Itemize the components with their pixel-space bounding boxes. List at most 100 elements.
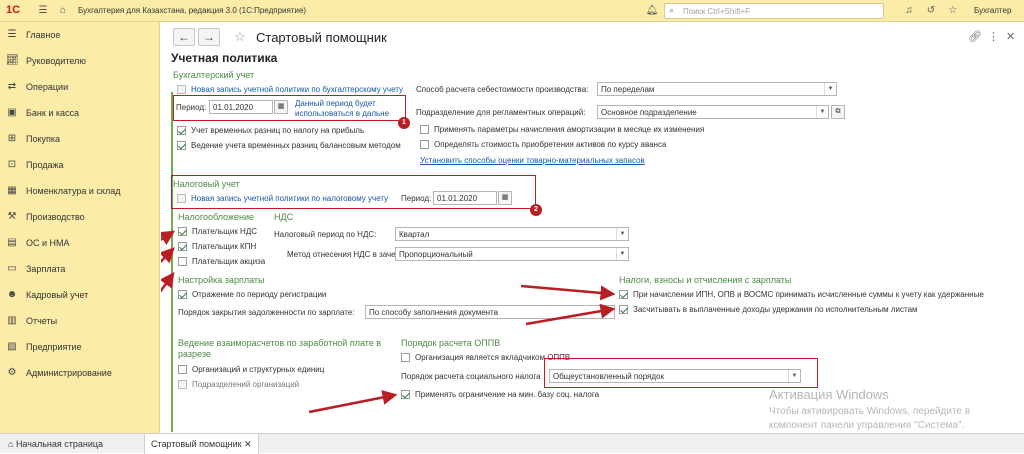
vat-header: НДС — [274, 212, 294, 222]
salary-icon: ▭ — [7, 263, 17, 274]
social-tax-label: Порядок расчета социального налога — [401, 372, 541, 381]
app-logo: 1С — [6, 4, 21, 16]
min-base-label: Применять ограничение на мин. базу соц. … — [415, 390, 600, 399]
offset-checkbox[interactable] — [619, 305, 628, 314]
app-title: Бухгалтерия для Казахстана, редакция 3.0… — [78, 6, 307, 15]
excise-payer-checkbox[interactable] — [178, 257, 187, 266]
cit-payer-checkbox[interactable] — [178, 242, 187, 251]
vat-period-label: Налоговый период по НДС: — [274, 230, 377, 239]
min-base-checkbox[interactable] — [401, 390, 410, 399]
settlements-header-2: разрезе — [178, 349, 211, 359]
ipn-checkbox[interactable] — [619, 290, 628, 299]
settlements-header-1: Ведение взаиморасчетов по заработной пла… — [178, 338, 382, 348]
open-icon[interactable]: ⧉ — [831, 105, 845, 119]
close-icon[interactable]: ✕ — [1006, 30, 1015, 43]
temp-diff-label: Учет временных разниц по налогу на прибы… — [191, 126, 365, 135]
vat-payer-checkbox[interactable] — [178, 227, 187, 236]
sidebar-item-purchase[interactable]: ⊞ Покупка — [0, 129, 160, 149]
vat-method-label: Метод отнесения НДС в зачет: — [287, 250, 402, 259]
inventory-link[interactable]: Установить способы оценки товарно-матери… — [420, 156, 645, 165]
sale-icon: ⊡ — [7, 159, 17, 170]
sidebar-item-operations[interactable]: ⇄ Операции — [0, 77, 160, 97]
cit-payer-label: Плательщик КПН — [192, 242, 257, 251]
main-panel: ← → ☆ Стартовый помощник 🔗︎ ⋮ ✕ Учетная … — [161, 22, 1024, 433]
org-units-checkbox[interactable] — [178, 365, 187, 374]
cost-method-select[interactable]: По переделам ▼ — [597, 82, 837, 96]
balance-method-checkbox[interactable] — [177, 141, 186, 150]
bottom-tabs: ⌂ Начальная страница Стартовый помощник … — [0, 433, 1024, 454]
offset-label: Засчитывать в выплаченные доходы удержан… — [633, 305, 918, 314]
enterprise-icon: ▧ — [7, 341, 17, 352]
temp-diff-checkbox[interactable] — [177, 126, 186, 135]
tab-home[interactable]: ⌂ Начальная страница — [8, 434, 103, 454]
bank-icon: ▣ — [7, 107, 17, 118]
sidebar-item-salary[interactable]: ▭ Зарплата — [0, 259, 160, 279]
menu-icon[interactable]: ☰ — [36, 4, 50, 18]
more-icon[interactable]: ⋮ — [988, 30, 999, 43]
sidebar-item-warehouse[interactable]: ▦ Номенклатура и склад — [0, 181, 160, 201]
user-name[interactable]: Бухгалтер — [974, 6, 1011, 15]
cost-method-label: Способ расчета себестоимости производств… — [416, 85, 589, 94]
gear-icon: ⚙ — [7, 367, 17, 378]
sidebar-item-director[interactable]: 📈︎ Руководителю — [0, 51, 160, 71]
sidebar-item-reports[interactable]: ▥ Отчеты — [0, 311, 160, 331]
vat-period-select[interactable]: Квартал ▼ — [395, 227, 629, 241]
sidebar-item-sale[interactable]: ⊡ Продажа — [0, 155, 160, 175]
home-icon[interactable]: ⌂ — [56, 4, 70, 18]
title-bar: 1С ☰ ⌂ Бухгалтерия для Казахстана, редак… — [0, 0, 1024, 22]
bell-icon[interactable]: ♫ — [902, 4, 916, 18]
operations-icon: ⇄ — [7, 81, 17, 92]
search-placeholder: Поиск Ctrl+Shift+F — [683, 7, 751, 16]
vat-method-select[interactable]: Пропорциональный ▼ — [395, 247, 629, 261]
sidebar-item-main[interactable]: ☰ Главное — [0, 25, 160, 45]
advance-checkbox[interactable] — [420, 140, 429, 149]
divisions-label: Подразделений организаций — [192, 380, 300, 389]
divisions-checkbox[interactable] — [178, 380, 187, 389]
favorites-icon[interactable]: ☆ — [946, 4, 960, 18]
division-select[interactable]: Основное подразделение ▼ — [597, 105, 829, 119]
amort-checkbox[interactable] — [420, 125, 429, 134]
highlight-box-3 — [544, 358, 818, 388]
ipn-label: При начислении ИПН, ОПВ и ВОСМС принимат… — [633, 290, 984, 299]
history-icon[interactable]: ↺ — [924, 4, 938, 18]
link-icon[interactable]: 🔗︎ — [968, 30, 982, 43]
watermark-line3: компонент панели управления "Система". — [769, 420, 965, 431]
back-button[interactable]: ← — [173, 28, 195, 46]
reflect-checkbox[interactable] — [178, 290, 187, 299]
arrow-min-base — [308, 390, 398, 414]
chevron-down-icon: ▼ — [616, 228, 628, 240]
tab-start-assistant[interactable]: Стартовый помощник ✕ — [144, 434, 259, 454]
sidebar-item-admin[interactable]: ⚙ Администрирование — [0, 363, 160, 383]
opv-contrib-checkbox[interactable] — [401, 353, 410, 362]
warehouse-icon: ▦ — [7, 185, 17, 196]
sidebar-item-bank[interactable]: ▣ Банк и касса — [0, 103, 160, 123]
chevron-down-icon: ▼ — [816, 106, 828, 118]
home-icon: ⌂ — [8, 439, 16, 449]
close-icon[interactable]: ✕ — [244, 439, 252, 449]
sidebar: ☰ Главное 📈︎ Руководителю ⇄ Операции ▣ Банк … — [0, 22, 160, 433]
notifications-icon[interactable]: 🔔︎ — [645, 4, 659, 18]
new-accounting-record-checkbox[interactable] — [177, 85, 186, 94]
reports-icon: ▥ — [7, 315, 17, 326]
sidebar-item-assets[interactable]: ▤ ОС и НМА — [0, 233, 160, 253]
accounting-header: Бухгалтерский учет — [173, 70, 255, 80]
closing-label: Порядок закрытия задолженности по зарпла… — [178, 308, 355, 317]
division-label: Подразделение для регламентных операций: — [416, 108, 586, 117]
org-units-label: Организаций и структурных единиц — [192, 365, 325, 374]
section-title: Учетная политика — [171, 51, 278, 65]
badge-1: 1 — [398, 117, 410, 129]
search-input[interactable]: ⌕ Поиск Ctrl+Shift+F — [664, 3, 884, 19]
sidebar-item-enterprise[interactable]: ▧ Предприятие — [0, 337, 160, 357]
favorite-star-icon[interactable]: ☆ — [234, 29, 246, 45]
watermark-line2: Чтобы активировать Windows, перейдите в — [769, 406, 971, 417]
new-accounting-record-link[interactable]: Новая запись учетной политики по бухгалт… — [191, 85, 403, 94]
search-icon: ⌕ — [669, 5, 675, 15]
chevron-down-icon: ▼ — [824, 83, 836, 95]
assets-icon: ▤ — [7, 237, 17, 248]
balance-method-label: Ведение учета временных разниц балансовы… — [191, 141, 401, 150]
sidebar-item-production[interactable]: ⚒ Производство — [0, 207, 160, 227]
sidebar-item-personnel[interactable]: ☻ Кадровый учет — [0, 285, 160, 305]
forward-button[interactable]: → — [198, 28, 220, 46]
vat-payer-label: Плательщик НДС — [192, 227, 258, 236]
closing-select[interactable]: По способу заполнения документа ▼ — [365, 305, 615, 319]
